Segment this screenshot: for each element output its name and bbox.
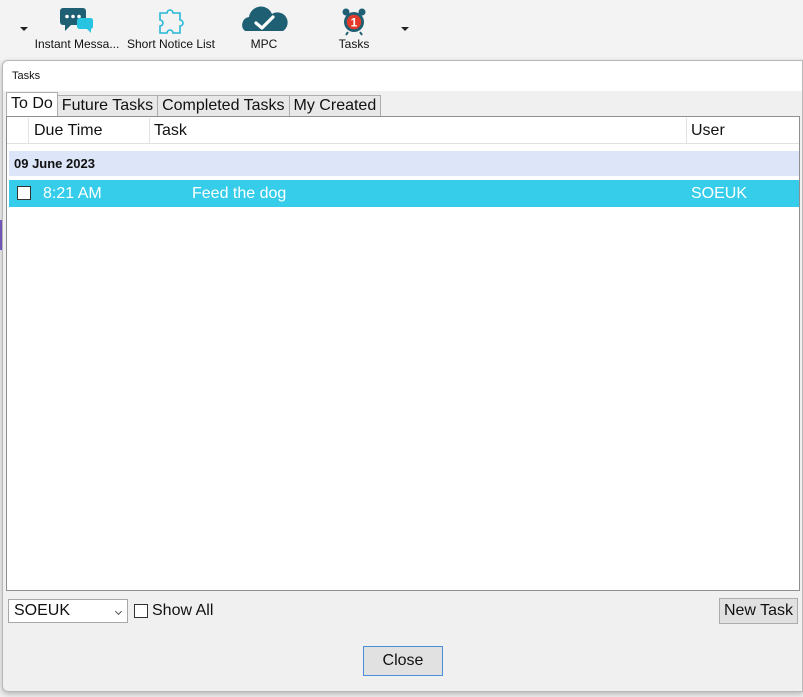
chevron-down-icon <box>114 607 123 616</box>
cloud-check-icon <box>242 6 288 32</box>
grid-header: Due Time Task User <box>7 118 799 144</box>
tasks-grid: Due Time Task User 09 June 2023 8:21 AM … <box>6 116 800 591</box>
short-notice-list-button[interactable]: Short Notice List <box>124 6 218 54</box>
tasks-label: Tasks <box>338 37 370 51</box>
task-user: SOEUK <box>691 185 748 202</box>
tab-to-do[interactable]: To Do <box>6 92 58 116</box>
instant-messages-button[interactable]: Instant Messa... <box>34 6 120 54</box>
toolbar-overflow-left-arrow-icon[interactable] <box>17 22 31 36</box>
task-description: Feed the dog <box>192 185 287 202</box>
task-due-time: 8:21 AM <box>43 185 102 202</box>
user-select-value: SOEUK <box>14 602 71 619</box>
tasks-button[interactable]: 1 Tasks <box>328 6 380 54</box>
tab-completed-tasks[interactable]: Completed Tasks <box>157 95 290 116</box>
tasks-badge-count: 1 <box>351 16 358 30</box>
task-complete-checkbox[interactable] <box>17 186 31 200</box>
show-all-checkbox-box[interactable] <box>134 604 148 618</box>
column-header-due-time[interactable]: Due Time <box>30 118 150 144</box>
alarm-clock-icon: 1 <box>342 8 366 36</box>
tab-my-created[interactable]: My Created <box>288 95 382 116</box>
tab-strip: To Do Future Tasks Completed Tasks My Cr… <box>6 92 382 116</box>
short-notice-list-label: Short Notice List <box>126 37 216 51</box>
instant-messages-label: Instant Messa... <box>34 37 120 51</box>
column-header-check <box>7 118 29 144</box>
show-all-checkbox[interactable]: Show All <box>134 600 213 622</box>
column-header-user[interactable]: User <box>687 118 799 144</box>
new-task-button[interactable]: New Task <box>719 598 798 624</box>
user-select[interactable]: SOEUK <box>8 599 128 623</box>
tab-future-tasks[interactable]: Future Tasks <box>56 95 159 116</box>
dialog-title: Tasks <box>3 61 802 91</box>
table-row[interactable]: 8:21 AM Feed the dog SOEUK <box>9 180 799 207</box>
column-header-task[interactable]: Task <box>150 118 687 144</box>
mpc-label: MPC <box>250 37 278 51</box>
mpc-button[interactable]: MPC <box>234 6 294 54</box>
dialog-footer: SOEUK Show All New Task Close <box>3 596 802 691</box>
toolbar: Instant Messa... Short Notice List MPC 1… <box>0 0 803 60</box>
tasks-dialog: Tasks To Do Future Tasks Completed Tasks… <box>2 60 803 692</box>
chat-bubbles-icon <box>60 8 93 33</box>
toolbar-overflow-right-arrow-icon[interactable] <box>398 22 412 36</box>
close-button[interactable]: Close <box>363 646 443 676</box>
group-row-date[interactable]: 09 June 2023 <box>9 151 799 176</box>
show-all-label: Show All <box>152 602 214 619</box>
puzzle-piece-icon <box>159 9 184 34</box>
